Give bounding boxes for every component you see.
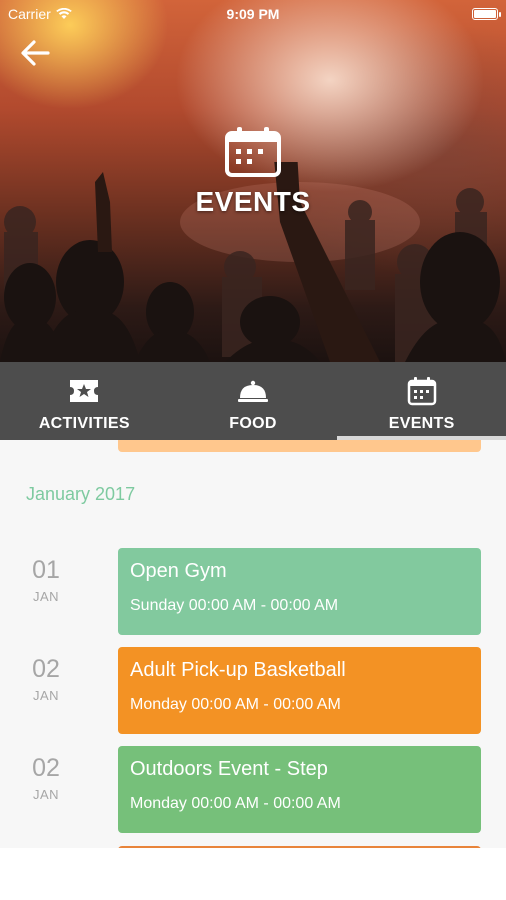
- event-date: 02 JAN: [20, 655, 72, 704]
- event-row: 02 JAN Adult Pick-up Basketball Monday 0…: [0, 647, 506, 734]
- month-header: January 2017: [26, 484, 136, 504]
- event-time: Monday 00:00 AM - 00:00 AM: [130, 795, 341, 812]
- event-title: Open Gym: [130, 560, 227, 582]
- events-list[interactable]: January 2017 01 JAN Open Gym Sunday 00:0…: [0, 440, 506, 848]
- tab-bar: ACTIVITIES FOOD EVENTS: [0, 362, 506, 440]
- page-title: EVENTS: [195, 186, 311, 217]
- tab-events[interactable]: EVENTS: [337, 362, 506, 440]
- event-title: Adult Pick-up Basketball: [130, 659, 346, 681]
- previous-event-card[interactable]: [118, 440, 481, 452]
- hero-header: Carrier 9:09 PM EVENTS: [0, 0, 506, 362]
- calendar-icon: [407, 377, 436, 406]
- status-bar: Carrier 9:09 PM: [0, 0, 506, 28]
- tab-label: FOOD: [229, 415, 277, 432]
- event-row: 02 JAN Outdoors Event - Step Monday 00:0…: [0, 746, 506, 833]
- tab-food[interactable]: FOOD: [169, 362, 338, 440]
- event-month: JAN: [32, 589, 60, 604]
- back-arrow-icon[interactable]: [18, 38, 54, 68]
- event-day: 02: [32, 655, 60, 683]
- event-month: JAN: [32, 787, 60, 802]
- event-card[interactable]: Adult Pick-up Basketball Monday 00:00 AM…: [118, 647, 481, 734]
- bottom-area: [0, 848, 506, 900]
- food-cloche-icon: [238, 380, 268, 402]
- tab-label: EVENTS: [388, 415, 455, 432]
- event-title: Outdoors Event - Step: [130, 758, 328, 780]
- event-month: JAN: [32, 688, 60, 703]
- tab-label: ACTIVITIES: [38, 415, 130, 432]
- tab-activities[interactable]: ACTIVITIES: [0, 362, 169, 440]
- event-time: Sunday 00:00 AM - 00:00 AM: [130, 597, 339, 614]
- event-date: 01 JAN: [20, 556, 72, 605]
- status-time: 9:09 PM: [226, 6, 280, 22]
- event-row: 01 JAN Open Gym Sunday 00:00 AM - 00:00 …: [0, 548, 506, 635]
- event-day: 02: [32, 754, 60, 782]
- battery-icon: [472, 8, 501, 20]
- ticket-star-icon: [70, 380, 99, 402]
- event-card[interactable]: Outdoors Event - Step Monday 00:00 AM - …: [118, 746, 481, 833]
- event-card[interactable]: Open Gym Sunday 00:00 AM - 00:00 AM: [118, 548, 481, 635]
- event-day: 01: [32, 556, 60, 584]
- calendar-icon: [225, 127, 281, 177]
- event-date: 02 JAN: [20, 754, 72, 803]
- event-time: Monday 00:00 AM - 00:00 AM: [130, 696, 341, 713]
